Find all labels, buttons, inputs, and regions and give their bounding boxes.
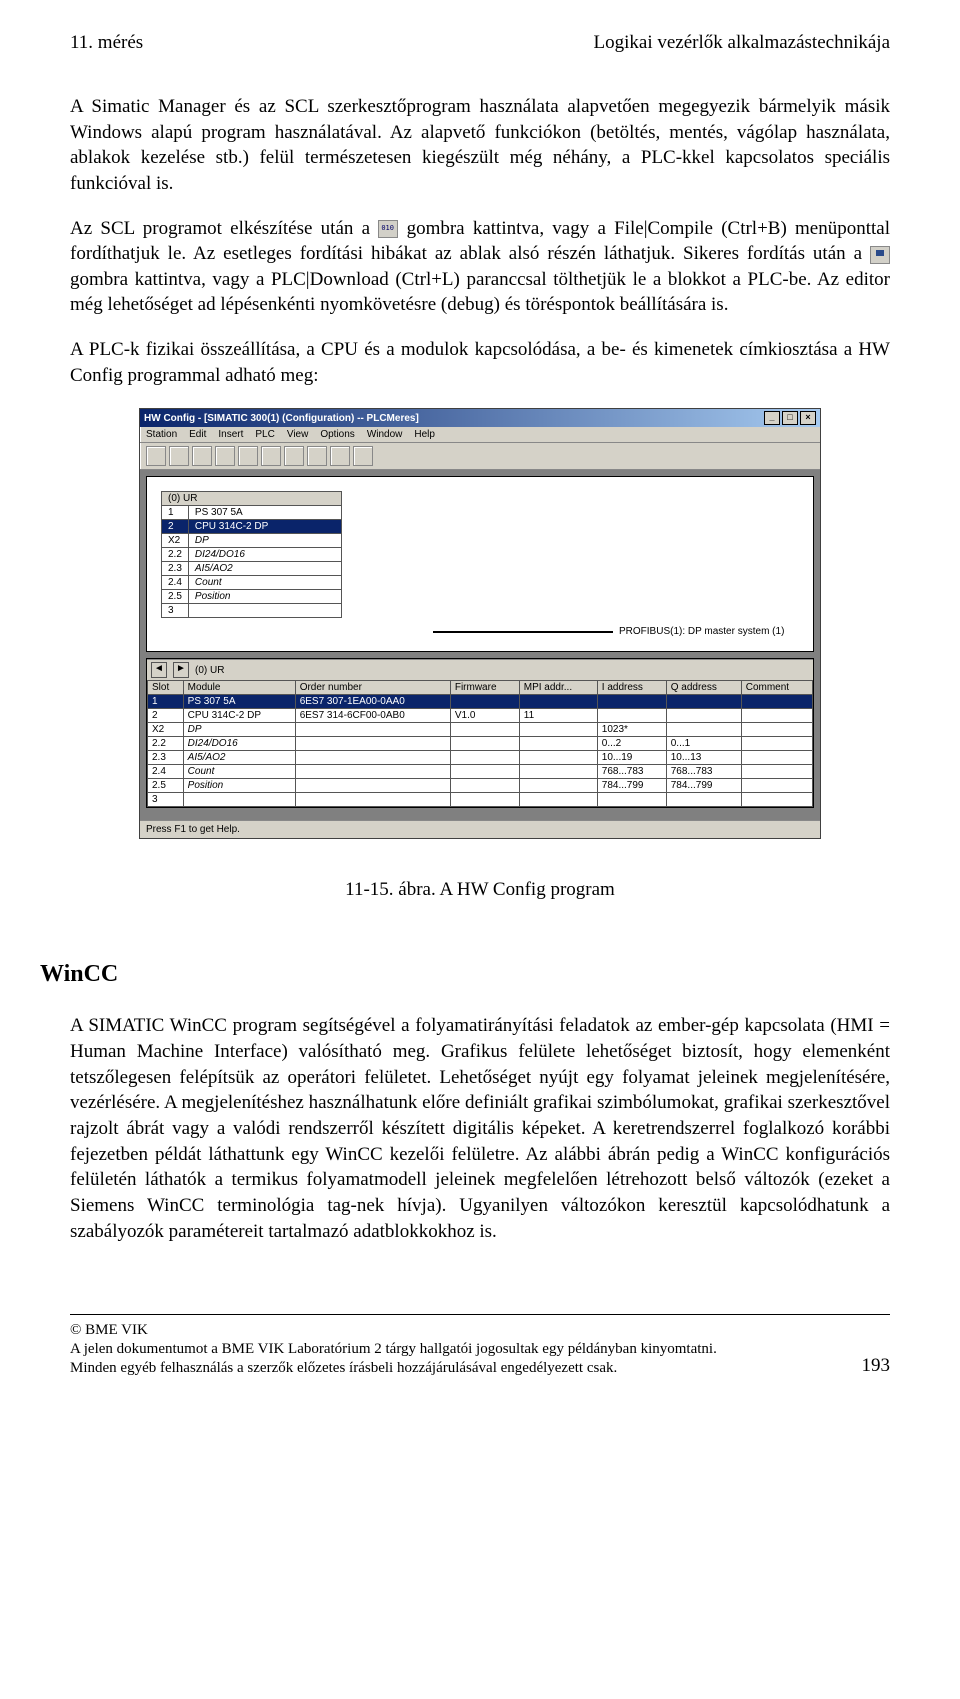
toolbar-button[interactable] — [238, 446, 258, 466]
toolbar-button[interactable] — [169, 446, 189, 466]
window-titlebar[interactable]: HW Config - [SIMATIC 300(1) (Configurati… — [140, 409, 820, 427]
toolbar-button[interactable] — [353, 446, 373, 466]
table-row[interactable]: 2.3AI5/AO2 — [162, 562, 342, 576]
table-row[interactable]: 2.5Position784...799784...799 — [148, 779, 813, 793]
footer-line-1: © BME VIK — [70, 1321, 890, 1340]
window-title: HW Config - [SIMATIC 300(1) (Configurati… — [144, 413, 419, 424]
profibus-line-icon — [433, 631, 613, 633]
footer-line-3: Minden egyéb felhasználás a szerzők előz… — [70, 1359, 890, 1378]
page-header-right: Logikai vezérlők alkalmazástechnikája — [594, 32, 890, 54]
menu-item[interactable]: Window — [367, 429, 403, 440]
table-row[interactable]: 2CPU 314C-2 DP6ES7 314-6CF00-0AB0V1.011 — [148, 709, 813, 723]
rack-panel: (0) UR 1PS 307 5A2CPU 314C-2 DPX2DP2.2DI… — [146, 476, 814, 652]
toolbar-button[interactable] — [146, 446, 166, 466]
toolbar-button[interactable] — [307, 446, 327, 466]
footer-line-2: A jelen dokumentumot a BME VIK Laboratór… — [70, 1340, 890, 1359]
section-title-wincc: WinCC — [40, 961, 890, 988]
maximize-icon[interactable]: □ — [782, 411, 798, 425]
table-row[interactable]: 3 — [162, 604, 342, 618]
close-icon[interactable]: × — [800, 411, 816, 425]
paragraph-4: A SIMATIC WinCC program segítségével a f… — [70, 1013, 890, 1244]
toolbar — [140, 443, 820, 470]
page-header-left: 11. mérés — [70, 32, 143, 54]
detail-panel: ◄ ► (0) UR SlotModuleOrder numberFirmwar… — [146, 658, 814, 808]
table-row[interactable]: 2.2DI24/DO16 — [162, 548, 342, 562]
detail-panel-label: (0) UR — [195, 665, 224, 676]
scroll-right-icon[interactable]: ► — [173, 662, 189, 678]
module-table[interactable]: SlotModuleOrder numberFirmwareMPI addr..… — [147, 680, 813, 807]
table-row[interactable]: 2.3AI5/AO210...1910...13 — [148, 751, 813, 765]
toolbar-button[interactable] — [261, 446, 281, 466]
table-row[interactable]: 3 — [148, 793, 813, 807]
table-row[interactable]: 1PS 307 5A6ES7 307-1EA00-0AA0 — [148, 695, 813, 709]
hwconfig-window: HW Config - [SIMATIC 300(1) (Configurati… — [139, 408, 821, 839]
table-row[interactable]: 2CPU 314C-2 DP — [162, 520, 342, 534]
toolbar-button[interactable] — [330, 446, 350, 466]
menu-item[interactable]: Insert — [218, 429, 243, 440]
menu-item[interactable]: Edit — [189, 429, 206, 440]
compile-icon — [378, 220, 398, 238]
menu-item[interactable]: Options — [320, 429, 354, 440]
table-row[interactable]: 2.4Count768...783768...783 — [148, 765, 813, 779]
menu-item[interactable]: Help — [414, 429, 435, 440]
rack-table[interactable]: (0) UR 1PS 307 5A2CPU 314C-2 DPX2DP2.2DI… — [161, 491, 342, 618]
toolbar-button[interactable] — [215, 446, 235, 466]
toolbar-button[interactable] — [284, 446, 304, 466]
table-row[interactable]: 2.2DI24/DO160...20...1 — [148, 737, 813, 751]
menu-item[interactable]: Station — [146, 429, 177, 440]
figure-caption: 11-15. ábra. A HW Config program — [70, 879, 890, 901]
profibus-label: PROFIBUS(1): DP master system (1) — [619, 626, 784, 637]
table-row[interactable]: X2DP — [162, 534, 342, 548]
table-row[interactable]: 1PS 307 5A — [162, 506, 342, 520]
paragraph-3: A PLC-k fizikai összeállítása, a CPU és … — [70, 337, 890, 388]
download-icon — [870, 246, 890, 264]
page-number: 193 — [862, 1354, 891, 1378]
paragraph-2: Az SCL programot elkészítése után a gomb… — [70, 216, 890, 319]
minimize-icon[interactable]: _ — [764, 411, 780, 425]
paragraph-1: A Simatic Manager és az SCL szerkesztőpr… — [70, 94, 890, 197]
table-row[interactable]: X2DP1023* — [148, 723, 813, 737]
table-row[interactable]: 2.4Count — [162, 576, 342, 590]
status-bar: Press F1 to get Help. — [140, 820, 820, 838]
table-row[interactable]: 2.5Position — [162, 590, 342, 604]
scroll-left-icon[interactable]: ◄ — [151, 662, 167, 678]
footer: © BME VIK A jelen dokumentumot a BME VIK… — [70, 1314, 890, 1377]
toolbar-button[interactable] — [192, 446, 212, 466]
menu-item[interactable]: View — [287, 429, 309, 440]
menu-item[interactable]: PLC — [255, 429, 274, 440]
